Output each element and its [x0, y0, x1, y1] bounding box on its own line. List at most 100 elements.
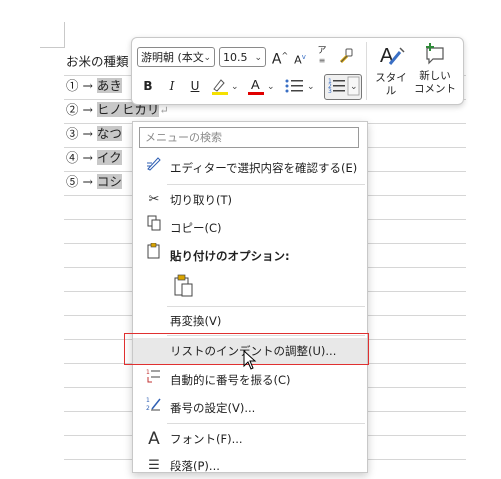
auto-number-icon: 1 — [145, 367, 163, 393]
menu-item-number-setting[interactable]: 12 番号の設定(V)... — [133, 395, 367, 421]
grow-font-letter: A — [271, 51, 282, 68]
toolbar-divider — [366, 42, 367, 100]
margin-marker-vertical — [64, 22, 65, 48]
copy-icon — [145, 215, 163, 241]
italic-icon: I — [169, 79, 175, 93]
phonetic-lines-icon: ≡ — [318, 56, 326, 65]
context-menu: メニューの検索 エディターで選択内容を確認する(E) ✂ 切り取り(T) コピー… — [132, 121, 368, 473]
menu-item-label: コピー(C) — [170, 221, 222, 235]
paste-keep-source-button[interactable] — [173, 274, 195, 298]
comment-add-icon — [426, 43, 444, 65]
svg-text:1: 1 — [146, 397, 150, 404]
doc-line-5[interactable]: ⑤ → コシ — [66, 172, 122, 192]
paste-clipboard-icon — [174, 274, 193, 297]
new-comment-button[interactable]: 新しい コメント — [414, 42, 456, 96]
paragraph-icon: ☰ — [148, 458, 160, 473]
menu-separator — [167, 306, 365, 307]
highlighter-icon: ⌄ — [212, 79, 239, 95]
numbered-list-icon: 1 2 3 ⌄ — [328, 76, 360, 96]
chevron-down-icon: ⌄ — [254, 53, 262, 63]
menu-item-label: 貼り付けのオプション: — [170, 249, 290, 263]
font-icon: A — [148, 429, 160, 449]
comment-label-line2: コメント — [414, 83, 456, 95]
menu-item-label: 段落(P)... — [170, 459, 220, 473]
menu-item-label: エディターで選択内容を確認する(E) — [170, 161, 358, 175]
paragraph-mark-icon: ↵ — [159, 104, 169, 117]
svg-text:1: 1 — [146, 369, 150, 376]
styles-icon: A — [380, 45, 405, 67]
menu-search-input[interactable]: メニューの検索 — [139, 127, 359, 148]
list-number: ④ → — [66, 150, 97, 165]
bullet-list-icon: ⌄ — [285, 79, 315, 93]
svg-text:⌄: ⌄ — [267, 82, 275, 92]
list-number: ① → — [66, 78, 97, 93]
bold-icon: B — [143, 79, 153, 93]
shrink-font-icon[interactable]: Av — [292, 48, 308, 70]
menu-item-label: 再変換(V) — [170, 314, 222, 328]
menu-item-reconvert[interactable]: 再変換(V) — [133, 308, 367, 334]
font-name-value: 游明朝 (本文 — [141, 51, 204, 64]
menu-item-font[interactable]: A フォント(F)... — [133, 426, 367, 452]
underline-button[interactable]: U — [188, 77, 202, 95]
menu-item-label: フォント(F)... — [170, 432, 243, 446]
svg-text:3: 3 — [328, 88, 332, 95]
svg-text:A: A — [251, 77, 260, 92]
svg-text:2: 2 — [146, 405, 150, 411]
svg-text:⌄: ⌄ — [231, 82, 239, 92]
paste-clipboard-icon — [145, 242, 163, 269]
scissors-icon: ✂ — [148, 192, 160, 207]
selected-text: コシ — [96, 174, 122, 189]
mini-toolbar: 游明朝 (本文 ⌄ 10.5 ⌄ A^ Av ア ≡ A スタイル 新しい コメ… — [131, 37, 464, 105]
numbering-button[interactable]: 1 2 3 ⌄ — [324, 74, 362, 100]
styles-label: スタイル — [375, 72, 407, 97]
margin-marker-horizontal — [40, 47, 65, 48]
shrink-font-letter: A — [294, 53, 302, 67]
grow-arrow-icon: ^ — [281, 51, 289, 60]
list-number: ② → — [66, 102, 97, 117]
doc-line-3[interactable]: ③ → なつ — [66, 124, 122, 144]
list-number: ③ → — [66, 126, 97, 141]
menu-item-cut[interactable]: ✂ 切り取り(T) — [133, 187, 367, 213]
doc-text: お米の種類 — [66, 54, 129, 69]
selected-text: あき — [96, 78, 122, 93]
menu-item-copy[interactable]: コピー(C) — [133, 215, 367, 241]
highlight-color-button[interactable]: ⌄ — [210, 76, 240, 101]
font-size-select[interactable]: 10.5 ⌄ — [219, 47, 266, 67]
grow-font-icon[interactable]: A^ — [271, 47, 289, 69]
doc-line-title[interactable]: お米の種類 — [66, 52, 129, 72]
menu-item-label: 自動的に番号を振る(C) — [170, 373, 291, 387]
menu-item-label: 番号の設定(V)... — [170, 401, 256, 415]
list-number: ⑤ → — [66, 174, 97, 189]
bold-button[interactable]: B — [141, 77, 155, 95]
doc-line-1[interactable]: ① → あき — [66, 76, 122, 96]
selected-text: イク — [96, 150, 122, 165]
menu-item-paste-options: 貼り付けのオプション: — [133, 242, 367, 269]
menu-separator — [167, 184, 365, 185]
menu-item-label: 切り取り(T) — [170, 193, 232, 207]
menu-item-paragraph[interactable]: ☰ 段落(P)... — [133, 453, 367, 479]
brush-icon — [339, 48, 353, 64]
editor-pen-icon — [145, 155, 163, 181]
svg-text:⌄: ⌄ — [350, 82, 358, 92]
format-painter-icon[interactable] — [338, 47, 356, 70]
selected-text: なつ — [96, 126, 122, 141]
chevron-down-icon: ⌄ — [203, 53, 211, 63]
phonetic-letter: ア — [317, 46, 327, 56]
comment-label-line1: 新しい — [419, 70, 451, 82]
italic-button[interactable]: I — [165, 77, 179, 95]
shrink-arrow-icon: v — [301, 53, 306, 61]
bullets-button[interactable]: ⌄ — [283, 76, 317, 101]
font-name-select[interactable]: 游明朝 (本文 ⌄ — [137, 47, 215, 67]
menu-item-editor-check[interactable]: エディターで選択内容を確認する(E) — [133, 155, 367, 181]
numbering-value-icon: 12 — [145, 395, 163, 421]
mouse-pointer-icon — [243, 349, 257, 374]
font-color-icon: A ⌄ — [248, 77, 275, 95]
font-size-value: 10.5 — [223, 51, 248, 64]
doc-line-4[interactable]: ④ → イク — [66, 148, 122, 168]
underline-icon: U — [190, 79, 200, 93]
font-color-button[interactable]: A ⌄ — [246, 76, 276, 101]
phonetic-guide-icon[interactable]: ア ≡ — [315, 47, 329, 66]
svg-text:⌄: ⌄ — [307, 82, 315, 92]
menu-search-placeholder: メニューの検索 — [145, 131, 222, 144]
styles-button[interactable]: A スタイル — [371, 42, 411, 98]
